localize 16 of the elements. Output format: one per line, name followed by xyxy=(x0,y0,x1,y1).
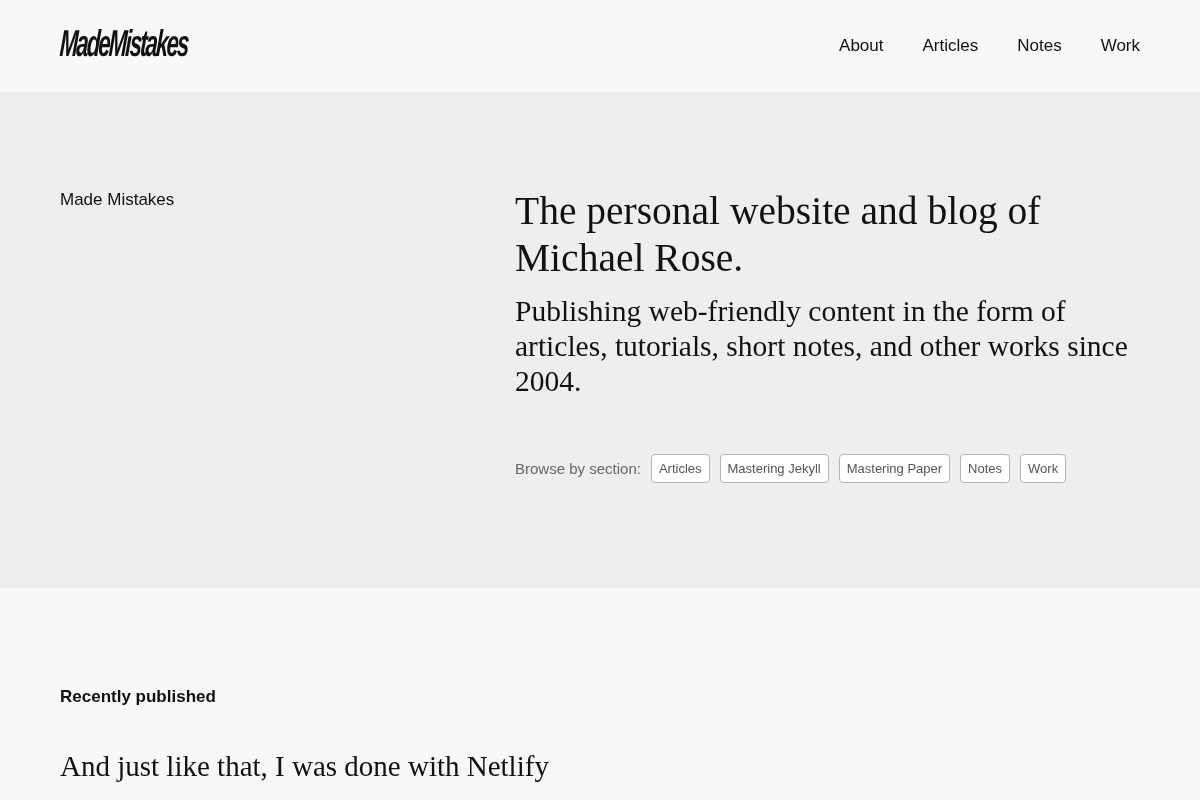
browse-label: Browse by section: xyxy=(515,460,641,477)
post-title-link[interactable]: And just like that, I was done with Netlify xyxy=(60,748,549,784)
hero-title: The personal website and blog of Michael Rose. xyxy=(515,188,1042,282)
site-name: Made Mistakes xyxy=(60,189,175,211)
section-link[interactable]: Mastering Jekyll xyxy=(719,454,829,483)
nav-link[interactable]: Work xyxy=(1100,35,1140,57)
section-link[interactable]: Articles xyxy=(650,454,710,483)
section-heading: Recently published xyxy=(60,686,216,708)
section-link[interactable]: Mastering Paper xyxy=(838,454,951,483)
nav-link[interactable]: Notes xyxy=(1017,35,1062,57)
hero-description: Publishing web-friendly content in the form of articles, tutorials, short notes, and other works since 2004. xyxy=(515,294,1129,399)
site-logo[interactable]: MadeMistakes xyxy=(58,25,189,63)
nav-link[interactable]: Articles xyxy=(922,35,979,57)
section-link[interactable]: Notes xyxy=(960,454,1011,483)
section-link[interactable]: Work xyxy=(1020,454,1067,483)
nav-link[interactable]: About xyxy=(839,35,884,57)
